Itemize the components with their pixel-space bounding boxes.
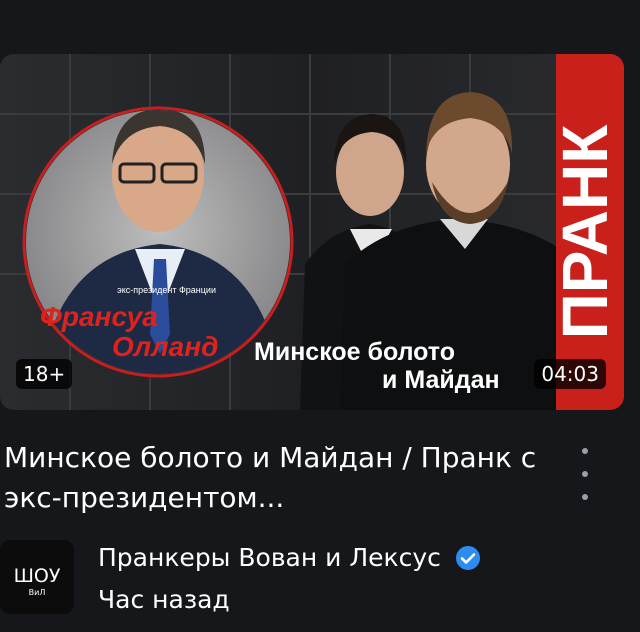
name-line1: Франсуа <box>40 301 158 332</box>
video-title[interactable]: Минское болото и Майдан / Пранк с экс-пр… <box>4 438 564 518</box>
thumbnail-artwork: ПРАНК экс-президент Франции Франсуа Олла… <box>0 54 624 410</box>
avatar-logo-text: ШОУ <box>14 565 61 587</box>
channel-avatar[interactable]: ШОУ ВиЛ <box>0 540 74 614</box>
published-time: Час назад <box>98 585 230 614</box>
channel-name[interactable]: Пранкеры Вован и Лексус <box>98 538 441 578</box>
age-rating-badge: 18+ <box>16 359 73 389</box>
verified-check-icon <box>455 546 480 570</box>
circle-subtitle: экс-президент Франции <box>117 285 216 295</box>
channel-row[interactable]: Пранкеры Вован и Лексус <box>98 538 481 578</box>
vertical-ellipsis-icon[interactable] <box>570 448 600 500</box>
name-line2: Олланд <box>112 331 218 362</box>
overlay-line1: Минское болото <box>254 338 455 366</box>
avatar-logo-subtext: ВиЛ <box>29 588 46 597</box>
video-thumbnail[interactable]: ПРАНК экс-президент Франции Франсуа Олла… <box>0 54 624 410</box>
prank-label: ПРАНК <box>549 124 621 340</box>
overlay-line2: и Майдан <box>382 366 500 394</box>
duration-badge: 04:03 <box>534 359 606 389</box>
